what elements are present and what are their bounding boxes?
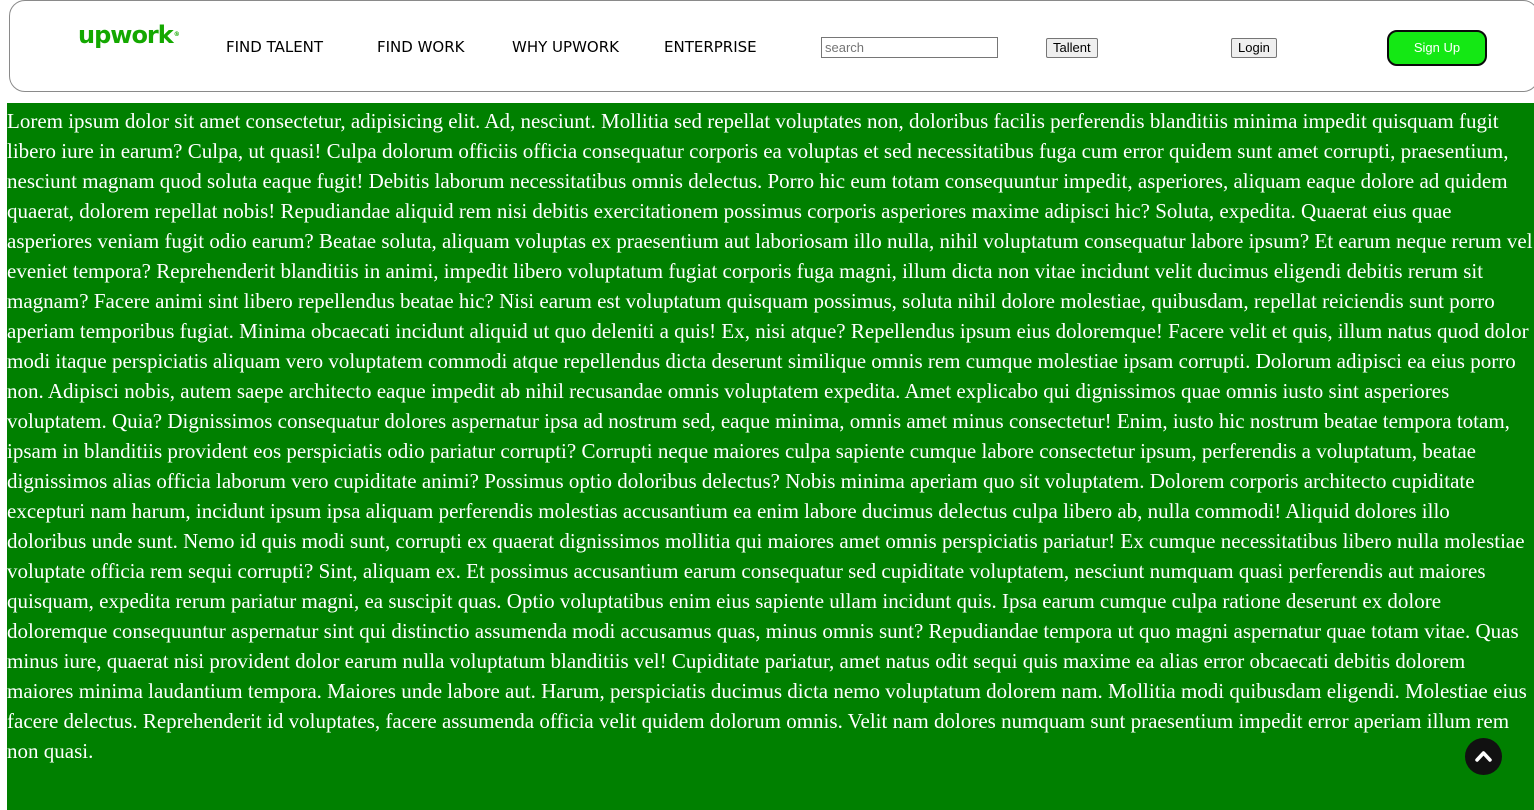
upwork-logo[interactable]: upwork® <box>78 20 180 50</box>
talent-button[interactable]: Tallent <box>1046 38 1098 58</box>
search-input[interactable] <box>821 37 998 58</box>
logo-trademark: ® <box>173 31 180 38</box>
login-button[interactable]: Login <box>1231 38 1277 58</box>
scroll-to-top-button[interactable] <box>1465 738 1502 775</box>
top-navbar: upwork® FIND TALENT FIND WORK WHY UPWORK… <box>9 0 1534 92</box>
signup-button[interactable]: Sign Up <box>1387 30 1487 66</box>
nav-find-talent[interactable]: FIND TALENT <box>226 38 323 56</box>
nav-enterprise[interactable]: ENTERPRISE <box>664 38 757 56</box>
nav-find-work[interactable]: FIND WORK <box>377 38 465 56</box>
lorem-paragraph: Lorem ipsum dolor sit amet consectetur, … <box>7 109 1533 763</box>
logo-text: upwork <box>78 21 174 49</box>
chevron-up-icon <box>1475 751 1492 762</box>
nav-why-upwork[interactable]: WHY UPWORK <box>512 38 619 56</box>
main-content: Lorem ipsum dolor sit amet consectetur, … <box>7 103 1534 810</box>
